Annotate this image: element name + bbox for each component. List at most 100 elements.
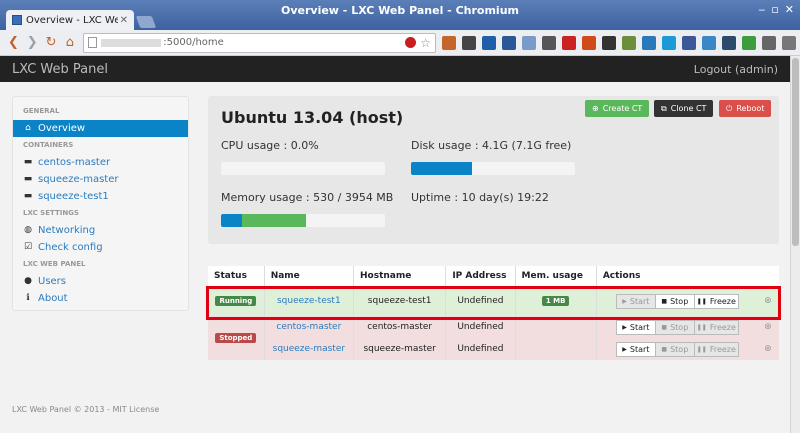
- stop-button[interactable]: ■ Stop: [654, 319, 695, 335]
- sidebar-item-label: Overview: [38, 123, 86, 134]
- close-window-icon[interactable]: ✕: [785, 3, 794, 16]
- extension-icon[interactable]: [581, 35, 596, 50]
- col-actions: Actions: [596, 266, 779, 287]
- forward-icon[interactable]: ❯: [25, 35, 40, 50]
- actions-cell: ▶ Start ■ Stop ❚❚ Freeze: [596, 286, 757, 316]
- extension-icon[interactable]: [501, 35, 516, 50]
- extension-icon[interactable]: [741, 35, 756, 50]
- sidebar-item-squeeze-master[interactable]: ▬ squeeze-master: [13, 171, 188, 188]
- browser-toolbar: ❮ ❯ ↻ ⌂ :5000/home ☆: [0, 30, 800, 56]
- extension-icon[interactable]: [561, 35, 576, 50]
- remove-icon[interactable]: ⊗: [764, 322, 772, 332]
- freeze-label: Freeze: [709, 296, 736, 306]
- extension-icon[interactable]: [681, 35, 696, 50]
- start-label: Start: [629, 344, 650, 354]
- ip-cell: Undefined: [445, 338, 516, 360]
- extension-icon[interactable]: [481, 35, 496, 50]
- sidebar-item-about[interactable]: ℹ About: [13, 290, 188, 307]
- memory-usage-bar: [221, 214, 385, 227]
- mem-cell: [515, 338, 597, 360]
- app-navbar: LXC Web Panel Logout (admin): [0, 56, 790, 82]
- freeze-button[interactable]: ❚❚ Freeze: [693, 319, 739, 335]
- sidebar-item-label: squeeze-master: [38, 174, 119, 185]
- scrollbar-thumb[interactable]: [792, 58, 799, 246]
- extension-icon[interactable]: [721, 35, 736, 50]
- nav-header-general: GENERAL: [23, 107, 60, 115]
- extension-icon[interactable]: [641, 35, 656, 50]
- brand[interactable]: LXC Web Panel: [12, 62, 108, 77]
- stop-icon[interactable]: [405, 37, 417, 48]
- back-icon[interactable]: ❮: [6, 35, 21, 50]
- start-label: Start: [629, 322, 650, 332]
- mem-cell: [515, 316, 597, 338]
- cpu-usage-label: CPU usage : 0.0%: [221, 139, 319, 152]
- container-link[interactable]: squeeze-test1: [277, 296, 341, 306]
- start-button[interactable]: ▶ Start: [615, 319, 656, 335]
- containers-table: Status Name Hostname IP Address Mem. usa…: [208, 266, 779, 360]
- address-bar[interactable]: :5000/home ☆: [83, 32, 436, 53]
- extension-icon[interactable]: [541, 35, 556, 50]
- sidebar-item-label: Networking: [38, 225, 96, 236]
- table-row: squeeze-master squeeze-master Undefined …: [208, 338, 779, 360]
- extension-icon[interactable]: [441, 35, 456, 50]
- freeze-button[interactable]: ❚❚ Freeze: [693, 341, 739, 357]
- sidebar-item-label: Check config: [38, 242, 103, 253]
- reboot-button[interactable]: ⏻ Reboot: [719, 100, 772, 117]
- reload-icon[interactable]: ↻: [44, 35, 59, 50]
- stop-button[interactable]: ■ Stop: [654, 341, 695, 357]
- sidebar-item-networking[interactable]: ◍ Networking: [13, 222, 188, 239]
- new-tab-button[interactable]: [135, 16, 157, 28]
- window-titlebar: Overview - LXC Web P ✕ Overview - LXC We…: [0, 0, 800, 30]
- reboot-label: Reboot: [736, 104, 765, 113]
- start-button[interactable]: ▶ Start: [615, 293, 656, 309]
- extension-icon[interactable]: [601, 35, 616, 50]
- col-mem: Mem. usage: [515, 266, 597, 287]
- extension-icon[interactable]: [701, 35, 716, 50]
- clone-ct-button[interactable]: ⧉ Clone CT: [654, 100, 714, 117]
- extension-icon[interactable]: [761, 35, 776, 50]
- page-scrollbar[interactable]: [790, 56, 800, 433]
- sidebar-item-squeeze-test1[interactable]: ▬ squeeze-test1: [13, 188, 188, 205]
- remove-cell: ⊗: [756, 316, 779, 338]
- extension-icon[interactable]: [461, 35, 476, 50]
- container-link[interactable]: squeeze-master: [273, 344, 345, 354]
- memory-used-fill: [221, 214, 243, 227]
- nav-header-lxc-web-panel: LXC WEB PANEL: [23, 260, 86, 268]
- extension-icon[interactable]: [621, 35, 636, 50]
- home-icon: ⌂: [25, 123, 31, 133]
- ip-cell: Undefined: [445, 316, 516, 338]
- hdd-icon: ▬: [23, 157, 33, 167]
- sidebar-item-check-config[interactable]: ☑ Check config: [13, 239, 188, 256]
- ip-cell: Undefined: [445, 286, 516, 316]
- freeze-button[interactable]: ❚❚ Freeze: [693, 293, 739, 309]
- logout-link[interactable]: Logout (admin): [694, 63, 778, 76]
- minimize-icon[interactable]: ‒: [758, 3, 765, 16]
- menu-icon[interactable]: [781, 35, 796, 50]
- uptime-label: Uptime : 10 day(s) 19:22: [411, 191, 549, 204]
- create-ct-button[interactable]: ⊕ Create CT: [585, 100, 650, 117]
- sidebar-item-users[interactable]: ● Users: [13, 273, 188, 290]
- stop-button[interactable]: ■ Stop: [654, 293, 695, 309]
- redacted-host: [101, 38, 162, 47]
- window-controls: ‒ ▫ ✕: [758, 3, 794, 16]
- bookmark-star-icon[interactable]: ☆: [420, 36, 431, 50]
- plus-circle-icon: ⊕: [592, 104, 599, 113]
- pause-icon: ❚❚: [696, 297, 707, 305]
- nav-header-lxc-settings: LXC SETTINGS: [23, 209, 79, 217]
- home-icon[interactable]: ⌂: [62, 35, 77, 50]
- clone-icon: ⧉: [661, 103, 667, 113]
- remove-icon[interactable]: ⊗: [764, 344, 772, 354]
- freeze-label: Freeze: [709, 344, 736, 354]
- sidebar-item-centos-master[interactable]: ▬ centos-master: [13, 154, 188, 171]
- remove-icon[interactable]: ⊗: [764, 296, 772, 306]
- extension-icon[interactable]: [661, 35, 676, 50]
- container-link[interactable]: centos-master: [276, 322, 341, 332]
- host-title: Ubuntu 13.04 (host): [221, 108, 404, 127]
- extension-icon[interactable]: [521, 35, 536, 50]
- start-button[interactable]: ▶ Start: [615, 341, 656, 357]
- name-cell: squeeze-master: [264, 338, 355, 360]
- name-cell: squeeze-test1: [264, 286, 355, 316]
- sidebar-item-overview[interactable]: ⌂ Overview: [13, 120, 188, 137]
- maximize-icon[interactable]: ▫: [771, 3, 778, 16]
- sidebar-item-label: squeeze-test1: [38, 191, 109, 202]
